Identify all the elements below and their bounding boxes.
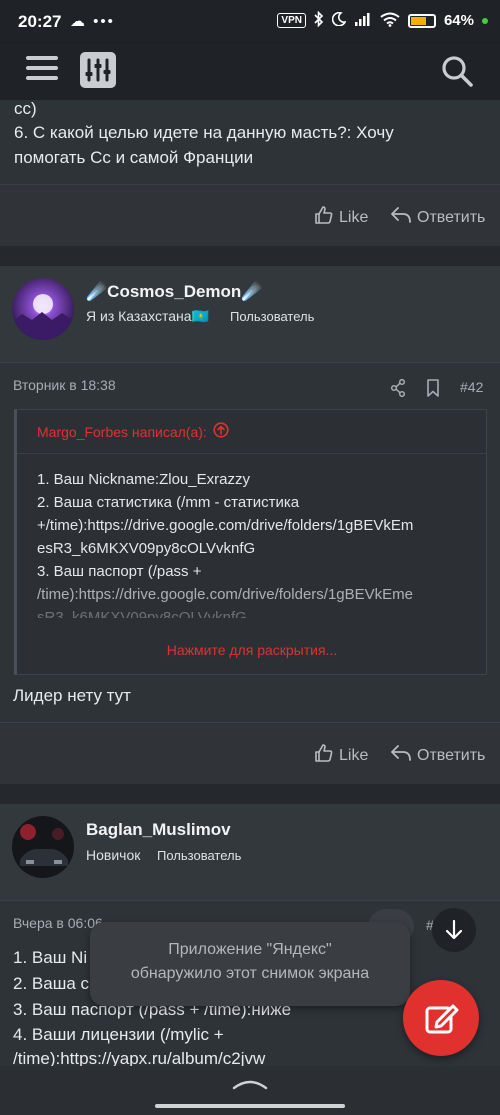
compose-button[interactable] — [403, 980, 479, 1056]
reply-label: Ответить — [417, 208, 486, 226]
thumbs-up-icon — [314, 205, 334, 230]
chevron-up-icon[interactable] — [232, 1076, 268, 1095]
scroll-down-button[interactable] — [432, 908, 476, 952]
edit-icon — [425, 1004, 459, 1034]
battery-icon — [407, 13, 436, 28]
reply-button[interactable]: Ответить — [390, 205, 485, 230]
avatar[interactable] — [12, 816, 74, 878]
post-text-line: cc) — [14, 99, 37, 118]
signal-icon — [354, 12, 372, 29]
cloud-icon: ☁ ••• — [70, 13, 115, 30]
username[interactable]: Baglan_Muslimov — [86, 820, 231, 840]
quote-header[interactable]: Margo_Forbes написал(а): — [17, 410, 486, 454]
reply-label: Ответить — [417, 746, 486, 764]
post-text-line: 4. Ваши лицензии (/mylic + — [13, 1025, 224, 1044]
post-number[interactable]: #42 — [460, 379, 483, 395]
user-role: Пользователь — [157, 848, 242, 863]
post-text-line: помогать Сс и самой Франции — [14, 148, 254, 167]
app-bar — [0, 44, 500, 100]
status-right-group: VPN 64% — [277, 10, 488, 30]
status-time: 20:27 — [18, 12, 62, 31]
share-icon[interactable] — [390, 378, 406, 402]
post-date[interactable]: Вторник в 18:38 — [13, 377, 116, 393]
quote-line: 3. Ваш паспорт (/pass + — [37, 563, 202, 580]
hamburger-icon[interactable] — [26, 56, 58, 86]
quote-line: 2. Ваша статистика (/mm - статистика — [37, 494, 300, 511]
post-text-line: 6. С какой целью идете на данную масть?:… — [14, 123, 394, 142]
quote-line: esR3_k6MKXV09py8cOLVvknfG — [37, 540, 256, 557]
post-body-top: cc) 6. С какой целью идете на данную мас… — [0, 99, 500, 184]
vpn-badge: VPN — [277, 13, 306, 28]
charging-dot — [482, 17, 488, 24]
post-date[interactable]: Вчера в 06:06 — [13, 915, 103, 931]
user-role: Пользователь — [230, 309, 315, 324]
quote-line: 1. Ваш Nickname:Zlou_Exrazzy — [37, 471, 250, 488]
toast-line: обнаружило этот снимок экрана — [130, 965, 370, 982]
quote-author: Margo_Forbes написал(а): — [37, 423, 207, 440]
post-separator — [0, 246, 500, 266]
quote-line: +/time):https://drive.google.com/drive/f… — [37, 517, 414, 534]
post-actions-top: Like Ответить — [0, 184, 500, 246]
battery-percent: 64% — [443, 12, 474, 29]
post-author-header: ☄️Cosmos_Demon☄️ Я из Казахстана🇰🇿 Польз… — [0, 266, 500, 362]
reply-icon — [390, 205, 412, 230]
thumbs-up-icon — [314, 743, 334, 768]
post-text-line: 1. Ваш Ni — [13, 948, 88, 967]
screenshot-toast: Приложение "Яндекс" обнаружило этот сним… — [90, 922, 410, 1006]
reply-button[interactable]: Ответить — [390, 743, 485, 768]
like-label: Like — [339, 746, 369, 764]
username[interactable]: ☄️Cosmos_Demon☄️ — [86, 282, 262, 302]
reply-icon — [390, 743, 412, 768]
bluetooth-icon — [314, 10, 324, 30]
toast-line: Приложение "Яндекс" — [168, 941, 332, 958]
quote-line: /time):https://drive.google.com/drive/fo… — [37, 586, 413, 603]
avatar[interactable] — [12, 278, 74, 340]
sliders-icon[interactable] — [80, 52, 116, 88]
user-title: Новичок — [86, 847, 141, 863]
arrow-down-icon — [445, 919, 463, 940]
bookmark-icon[interactable] — [426, 379, 440, 402]
post-separator — [0, 784, 500, 804]
expand-quote-link[interactable]: Нажмите для раскрытия... — [17, 642, 487, 658]
arrow-up-circle-icon — [213, 422, 229, 441]
status-bar: 20:27 ☁ ••• VPN 64% — [0, 0, 500, 44]
moon-icon — [331, 11, 347, 29]
like-button[interactable]: Like — [314, 205, 368, 230]
search-icon[interactable] — [440, 54, 474, 88]
wifi-icon — [380, 12, 400, 30]
like-label: Like — [339, 208, 369, 226]
home-handle[interactable] — [155, 1104, 345, 1108]
post-body: Вторник в 18:38 #42 Margo_Forbes написал… — [0, 362, 500, 742]
like-button[interactable]: Like — [314, 743, 368, 768]
post-actions: Like Ответить — [0, 722, 500, 784]
post-author-header: Baglan_Muslimov Новичок Пользователь — [0, 804, 500, 900]
quote-line: sR3_k6MKXV09py8cOLVvknfG — [37, 609, 247, 618]
post-text: Лидер нету тут — [13, 686, 131, 705]
post-text-line: 2. Ваша с — [13, 974, 90, 993]
quote-block: Margo_Forbes написал(а): 1. Ваш Nickname… — [14, 409, 487, 675]
quote-body: 1. Ваш Nickname:Zlou_Exrazzy 2. Ваша ста… — [17, 454, 486, 618]
user-title: Я из Казахстана🇰🇿 — [86, 308, 209, 324]
